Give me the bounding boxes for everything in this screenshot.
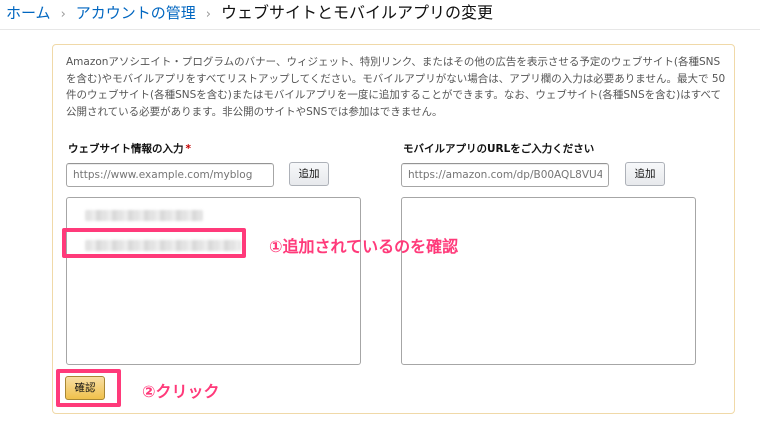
website-list-item [85,210,203,221]
highlight-confirm-button [56,369,121,407]
breadcrumb-account-link[interactable]: アカウントの管理 [76,4,196,22]
mobile-add-button[interactable]: 追加 [625,162,665,186]
required-mark: * [185,143,192,155]
website-section-label: ウェブサイト情報の入力 * [68,141,191,156]
mobile-app-list[interactable] [401,197,696,365]
mobile-url-input[interactable] [401,163,609,187]
website-list[interactable] [66,197,361,365]
breadcrumb: ホーム › アカウントの管理 › ウェブサイトとモバイルアプリの変更 [0,0,760,30]
breadcrumb-separator-icon: › [60,7,66,22]
annotation-step2: ②クリック [142,382,220,401]
breadcrumb-home-link[interactable]: ホーム [6,4,51,22]
website-url-input[interactable] [66,163,274,187]
annotation-step1: ①追加されているのを確認 [269,237,459,256]
page-title: ウェブサイトとモバイルアプリの変更 [220,3,493,22]
instructions-text: Amazonアソシエイト・プログラムのバナー、ウィジェット、特別リンク、またはそ… [66,56,726,118]
website-label-text: ウェブサイト情報の入力 [68,143,184,155]
website-add-button[interactable]: 追加 [289,162,329,186]
highlight-added-items [62,228,246,258]
breadcrumb-separator-icon: › [205,7,211,22]
mobile-section-label: モバイルアプリのURLをご入力ください [403,143,595,155]
